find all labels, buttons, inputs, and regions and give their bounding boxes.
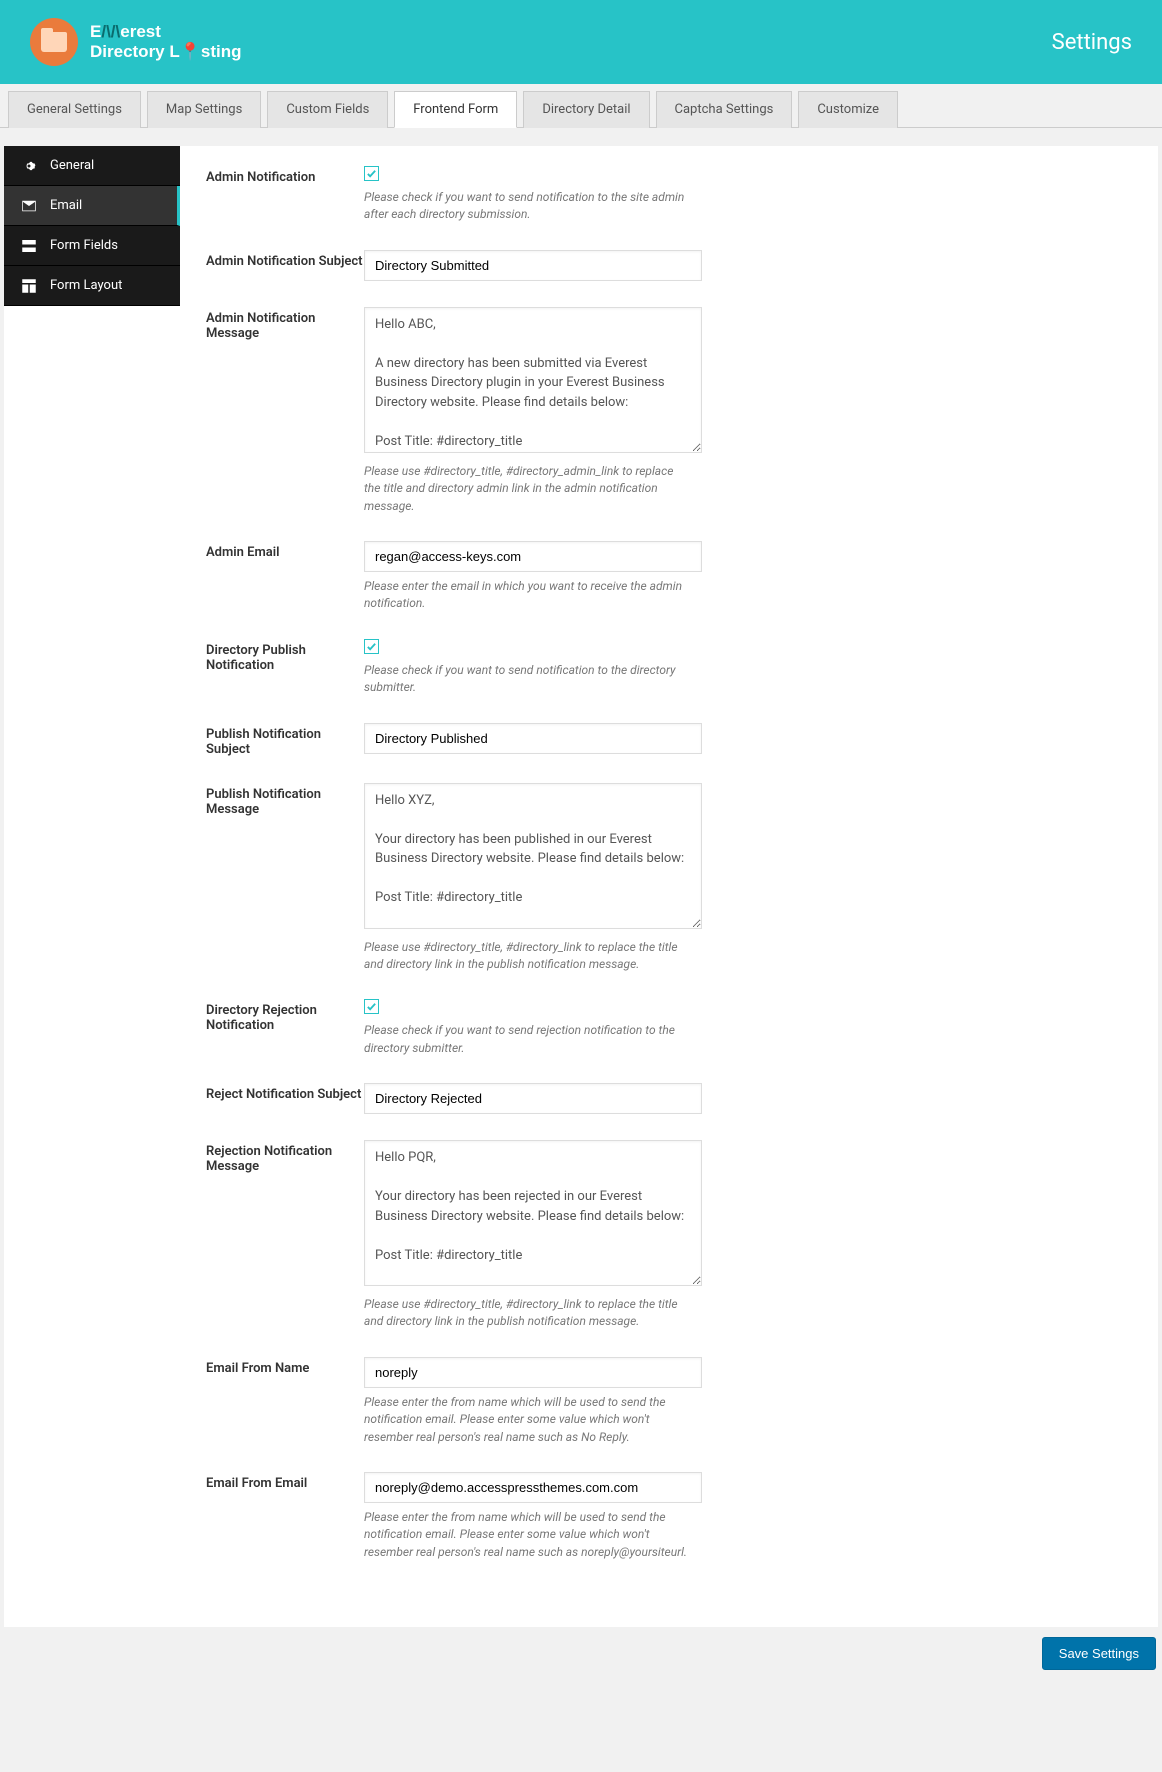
from-name-input[interactable] <box>364 1357 702 1388</box>
app-header: E/\/\erestDirectory L📍sting Settings <box>0 0 1162 84</box>
help-text: Please use #directory_title, #directory_… <box>364 1296 692 1331</box>
save-settings-button[interactable]: Save Settings <box>1042 1637 1156 1670</box>
label-admin-message: Admin Notification Message <box>206 307 364 341</box>
label-reject-subject: Reject Notification Subject <box>206 1083 364 1102</box>
sidebar-item-form-fields[interactable]: Form Fields <box>4 226 180 266</box>
brand-text: E/\/\erestDirectory L📍sting <box>90 22 242 61</box>
tab-map-settings[interactable]: Map Settings <box>147 91 261 128</box>
label-from-name: Email From Name <box>206 1357 364 1376</box>
help-text: Please enter the from name which will be… <box>364 1509 692 1561</box>
label-rejection-message: Rejection Notification Message <box>206 1140 364 1174</box>
rejection-notification-checkbox[interactable] <box>364 999 379 1014</box>
sidebar-item-form-layout[interactable]: Form Layout <box>4 266 180 306</box>
reject-subject-input[interactable] <box>364 1083 702 1114</box>
help-text: Please check if you want to send rejecti… <box>364 1022 692 1057</box>
help-text: Please check if you want to send notific… <box>364 189 692 224</box>
mail-icon <box>20 199 38 213</box>
sidebar-item-email[interactable]: Email <box>4 186 180 226</box>
tab-customize[interactable]: Customize <box>798 91 898 128</box>
form-fields-icon <box>20 239 38 253</box>
sidebar-item-general[interactable]: General <box>4 146 180 186</box>
admin-notification-checkbox[interactable] <box>364 166 379 181</box>
label-admin-email: Admin Email <box>206 541 364 560</box>
label-rejection-notification: Directory Rejection Notification <box>206 999 364 1033</box>
layout-icon <box>20 279 38 293</box>
tab-captcha-settings[interactable]: Captcha Settings <box>656 91 793 128</box>
label-admin-notification: Admin Notification <box>206 166 364 185</box>
help-text: Please enter the email in which you want… <box>364 578 692 613</box>
help-text: Please check if you want to send notific… <box>364 662 692 697</box>
tab-directory-detail[interactable]: Directory Detail <box>523 91 649 128</box>
help-text: Please use #directory_title, #directory_… <box>364 939 692 974</box>
help-text: Please enter the from name which will be… <box>364 1394 692 1446</box>
admin-subject-input[interactable] <box>364 250 702 281</box>
sidebar-item-label: General <box>50 158 94 173</box>
label-admin-subject: Admin Notification Subject <box>206 250 364 269</box>
gear-icon <box>20 159 38 173</box>
label-from-email: Email From Email <box>206 1472 364 1491</box>
tab-frontend-form[interactable]: Frontend Form <box>394 91 517 128</box>
label-publish-subject: Publish Notification Subject <box>206 723 364 757</box>
label-publish-message: Publish Notification Message <box>206 783 364 817</box>
from-email-input[interactable] <box>364 1472 702 1503</box>
help-text: Please use #directory_title, #directory_… <box>364 463 692 515</box>
publish-notification-checkbox[interactable] <box>364 639 379 654</box>
sidebar-item-label: Form Fields <box>50 238 118 253</box>
tab-custom-fields[interactable]: Custom Fields <box>267 91 388 128</box>
rejection-message-textarea[interactable] <box>364 1140 702 1286</box>
brand-logo: E/\/\erestDirectory L📍sting <box>30 18 242 66</box>
publish-subject-input[interactable] <box>364 723 702 754</box>
publish-message-textarea[interactable] <box>364 783 702 929</box>
main-tabs: General Settings Map Settings Custom Fie… <box>0 90 1162 128</box>
admin-message-textarea[interactable] <box>364 307 702 453</box>
folder-logo-icon <box>30 18 78 66</box>
sidebar-item-label: Form Layout <box>50 278 122 293</box>
sidebar-item-label: Email <box>50 198 82 213</box>
page-title: Settings <box>1052 30 1132 55</box>
tab-general-settings[interactable]: General Settings <box>8 91 141 128</box>
admin-email-input[interactable] <box>364 541 702 572</box>
sidebar: General Email Form Fields Form Layout <box>4 146 180 1627</box>
label-publish-notification: Directory Publish Notification <box>206 639 364 673</box>
